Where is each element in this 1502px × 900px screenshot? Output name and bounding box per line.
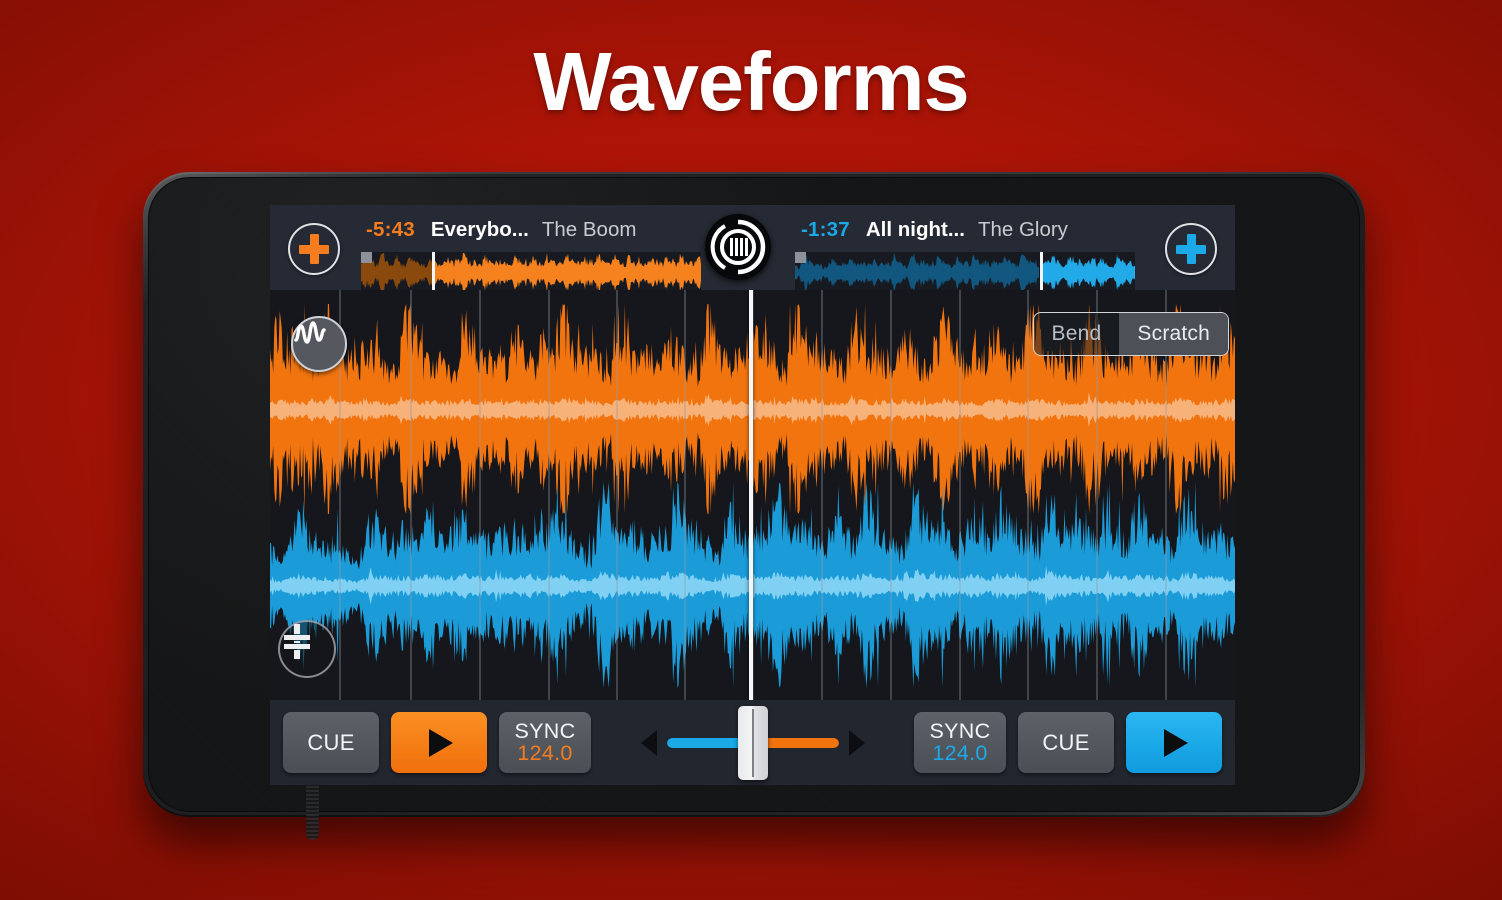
- crossfader[interactable]: [591, 700, 914, 785]
- deck-b-time-remaining: -1:37: [801, 218, 850, 241]
- deck-b-sync-button[interactable]: SYNC 124.0: [914, 712, 1006, 773]
- mode-toggle[interactable]: Bend Scratch: [1032, 312, 1229, 356]
- crossfader-handle[interactable]: [737, 705, 768, 780]
- beat-gridline: [548, 290, 550, 700]
- deck-a-track-meta: -5:43 Everybo... The Boom: [366, 218, 636, 242]
- waveform-view-button[interactable]: [291, 316, 347, 372]
- beat-gridline: [684, 290, 686, 700]
- plus-icon: [299, 234, 329, 264]
- deck-headers-bar: -5:43 Everybo... The Boom -1:37 All night..…: [270, 205, 1235, 293]
- overview-upcoming: [1040, 254, 1135, 291]
- deck-b-track-artist: The Glory: [977, 218, 1068, 241]
- deck-b-track-meta: -1:37 All night... The Glory: [801, 218, 1068, 242]
- play-icon: [1164, 728, 1188, 757]
- crossfader-icon: [284, 624, 310, 659]
- arrow-left-icon[interactable]: [640, 729, 657, 756]
- mixer-fader-button[interactable]: [278, 620, 336, 678]
- deck-a-track-title: Everybo...: [430, 218, 529, 241]
- deck-b-cue-button[interactable]: CUE: [1018, 712, 1114, 773]
- mode-toggle-bend[interactable]: Bend: [1034, 313, 1120, 355]
- beat-gridline: [821, 290, 823, 700]
- deck-b-header: -1:37 All night... The Glory: [753, 205, 1235, 293]
- deck-a-header: -5:43 Everybo... The Boom: [270, 205, 752, 293]
- deck-a-overview-waveform[interactable]: [361, 252, 701, 293]
- beat-gridline: [890, 290, 892, 700]
- mixer-panel-button[interactable]: [705, 214, 771, 280]
- deck-b-cue-marker-icon: [795, 252, 806, 263]
- deck-a-sync-button[interactable]: SYNC 124.0: [499, 712, 591, 773]
- beat-gridline: [959, 290, 961, 700]
- deck-b-bpm-value: 124.0: [932, 740, 988, 765]
- deck-a-bpm-value: 124.0: [517, 740, 573, 765]
- waveform-icon: [294, 321, 326, 344]
- playhead-line[interactable]: [749, 290, 753, 700]
- deck-a-overview-playhead[interactable]: [432, 252, 436, 293]
- deck-a-time-remaining: -5:43: [366, 218, 415, 241]
- speaker-grille: [306, 782, 319, 840]
- deck-b-add-track-button[interactable]: [1165, 223, 1217, 275]
- mode-toggle-scratch[interactable]: Scratch: [1119, 313, 1228, 355]
- transport-bar: CUE SYNC 124.0 SYNC 124.0 CUE: [270, 700, 1235, 785]
- beat-gridline: [479, 290, 481, 700]
- beat-gridline: [410, 290, 412, 700]
- overview-upcoming: [433, 253, 701, 292]
- arrow-right-icon[interactable]: [848, 729, 865, 756]
- beat-gridline: [616, 290, 618, 700]
- deck-a-sync-label: SYNC: [514, 718, 576, 743]
- deck-a-play-button[interactable]: [391, 712, 487, 773]
- deck-b-play-button[interactable]: [1126, 712, 1222, 773]
- overview-played: [795, 253, 1039, 292]
- plus-icon: [1176, 234, 1206, 264]
- app-screen: -5:43 Everybo... The Boom -1:37 All night..…: [270, 205, 1235, 785]
- beat-gridline: [1027, 290, 1029, 700]
- deck-a-track-artist: The Boom: [541, 218, 637, 241]
- deck-a-cue-button[interactable]: CUE: [283, 712, 379, 773]
- deck-b-track-title: All night...: [865, 218, 965, 241]
- page-title: Waveforms: [533, 35, 969, 128]
- deck-b-sync-label: SYNC: [929, 718, 991, 743]
- waveform-display[interactable]: Bend Scratch: [270, 290, 1235, 700]
- deck-a-add-track-button[interactable]: [288, 223, 340, 275]
- deck-a-cue-marker-icon: [361, 252, 372, 263]
- deck-b-overview-svg: [795, 253, 1135, 292]
- mixer-eq-icon: [706, 215, 770, 279]
- play-icon: [429, 728, 453, 757]
- deck-b-overview-playhead[interactable]: [1039, 252, 1043, 293]
- deck-a-overview-svg: [361, 253, 701, 292]
- deck-b-overview-waveform[interactable]: [795, 252, 1135, 293]
